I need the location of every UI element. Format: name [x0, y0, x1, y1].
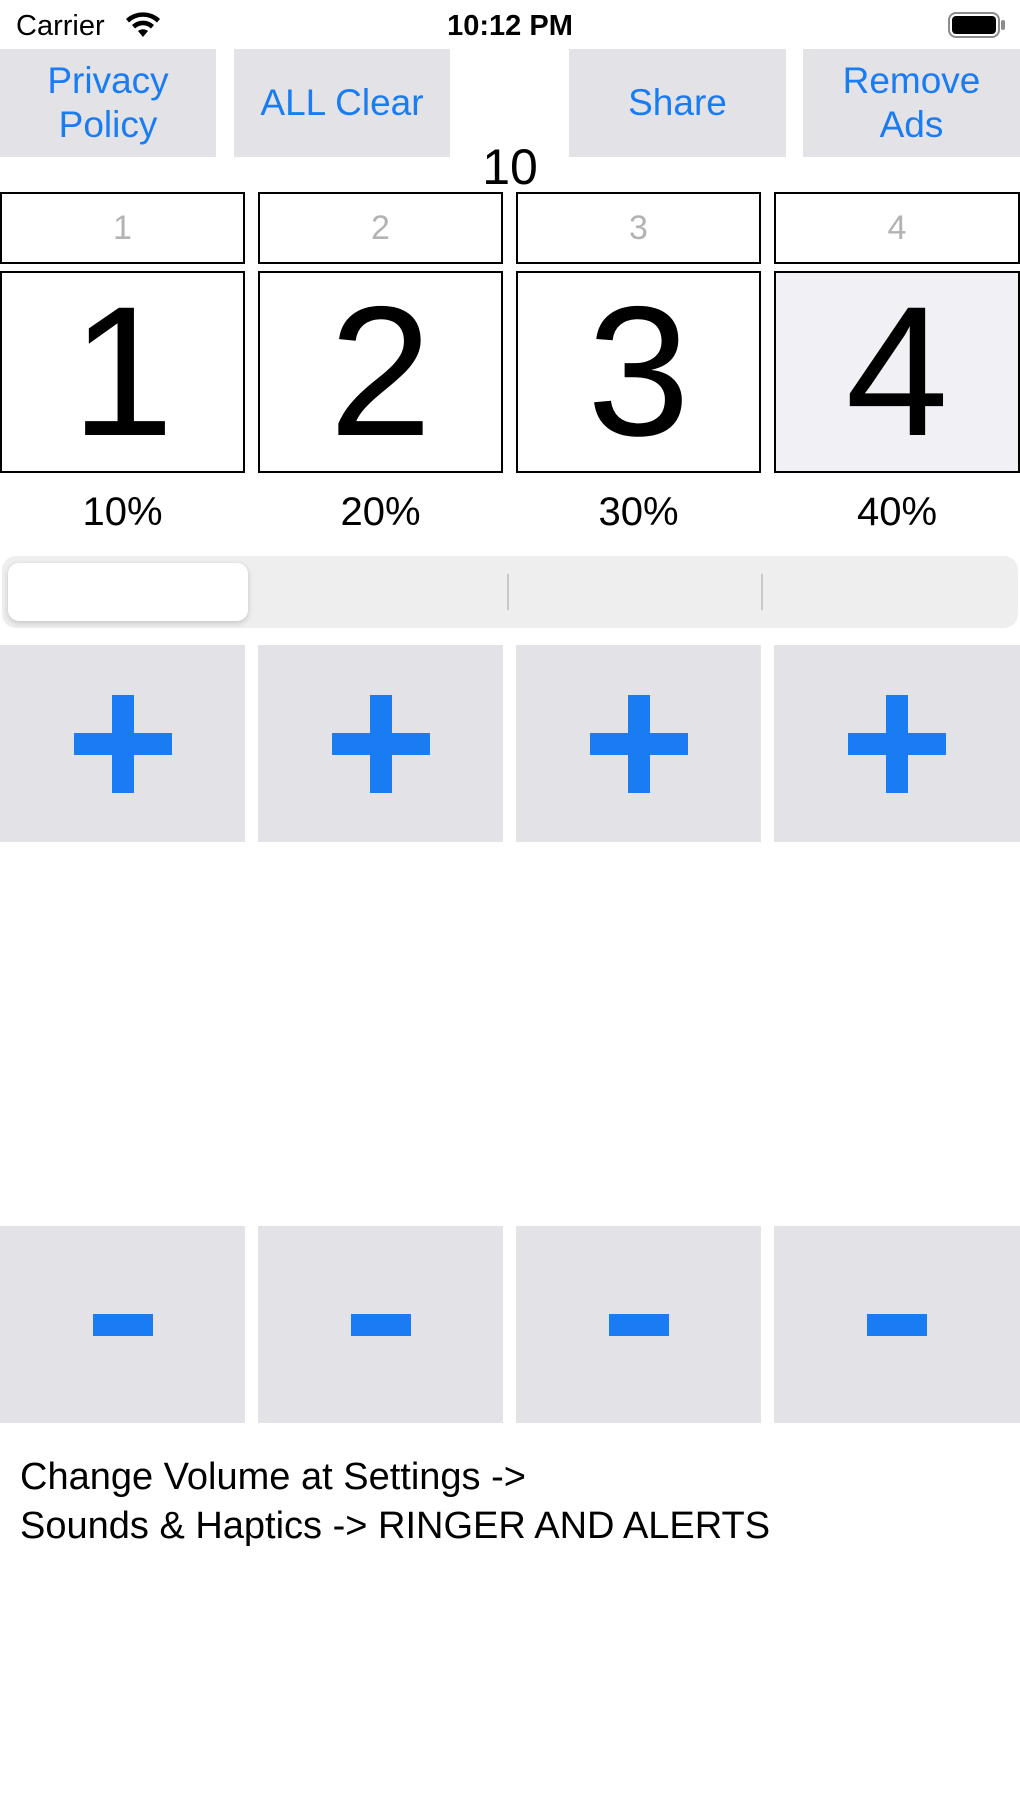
percent-label-1: 10%: [82, 490, 163, 534]
status-time: 10:12 PM: [447, 10, 573, 42]
counter-value-1[interactable]: 1: [0, 269, 245, 475]
increment-button-4[interactable]: [774, 645, 1020, 842]
decrement-button-2[interactable]: [258, 1226, 503, 1423]
increment-button-3[interactable]: [516, 645, 761, 842]
all-clear-label: ALL Clear: [260, 82, 424, 123]
share-label: Share: [628, 82, 727, 123]
volume-instructions-line2: Sounds & Haptics -> RINGER AND ALERTS: [20, 1505, 771, 1547]
counter-value-4[interactable]: 4: [774, 269, 1020, 475]
plus-icon: [331, 694, 430, 793]
counter-value-3[interactable]: 3: [516, 269, 761, 475]
column-label-2: 2: [258, 192, 503, 264]
minus-icon: [92, 1313, 153, 1336]
percent-label-4: 40%: [856, 490, 938, 534]
segmented-control[interactable]: [2, 556, 1018, 628]
remove-ads-label-line1: Remove: [842, 60, 981, 101]
minus-icon: [350, 1313, 411, 1336]
column-label-4: 4: [774, 192, 1020, 264]
segment-4[interactable]: [764, 556, 1018, 628]
increment-button-1[interactable]: [0, 645, 245, 842]
decrement-button-3[interactable]: [516, 1226, 761, 1423]
column-label-1: 1: [0, 192, 245, 264]
total-count: 10: [482, 139, 538, 195]
decrement-button-1[interactable]: [0, 1226, 245, 1423]
minus-icon: [867, 1313, 927, 1336]
volume-instructions: Change Volume at Settings -> Sounds & Ha…: [20, 1453, 770, 1551]
column-label-3: 3: [516, 192, 761, 264]
percent-label-3: 30%: [598, 490, 679, 534]
plus-icon: [589, 694, 688, 793]
counter-value-2[interactable]: 2: [258, 269, 503, 475]
battery-icon: [948, 12, 1005, 38]
minus-icon: [608, 1313, 669, 1336]
increment-button-2[interactable]: [258, 645, 503, 842]
segment-1[interactable]: [2, 556, 256, 628]
percent-label-2: 20%: [340, 490, 421, 534]
segment-2[interactable]: [256, 556, 510, 628]
privacy-policy-label-line1: Privacy: [47, 60, 169, 101]
segment-3[interactable]: [510, 556, 764, 628]
volume-instructions-line1: Change Volume at Settings ->: [20, 1456, 526, 1498]
plus-icon: [73, 694, 172, 793]
plus-icon: [848, 694, 946, 793]
decrement-button-4[interactable]: [774, 1226, 1020, 1423]
